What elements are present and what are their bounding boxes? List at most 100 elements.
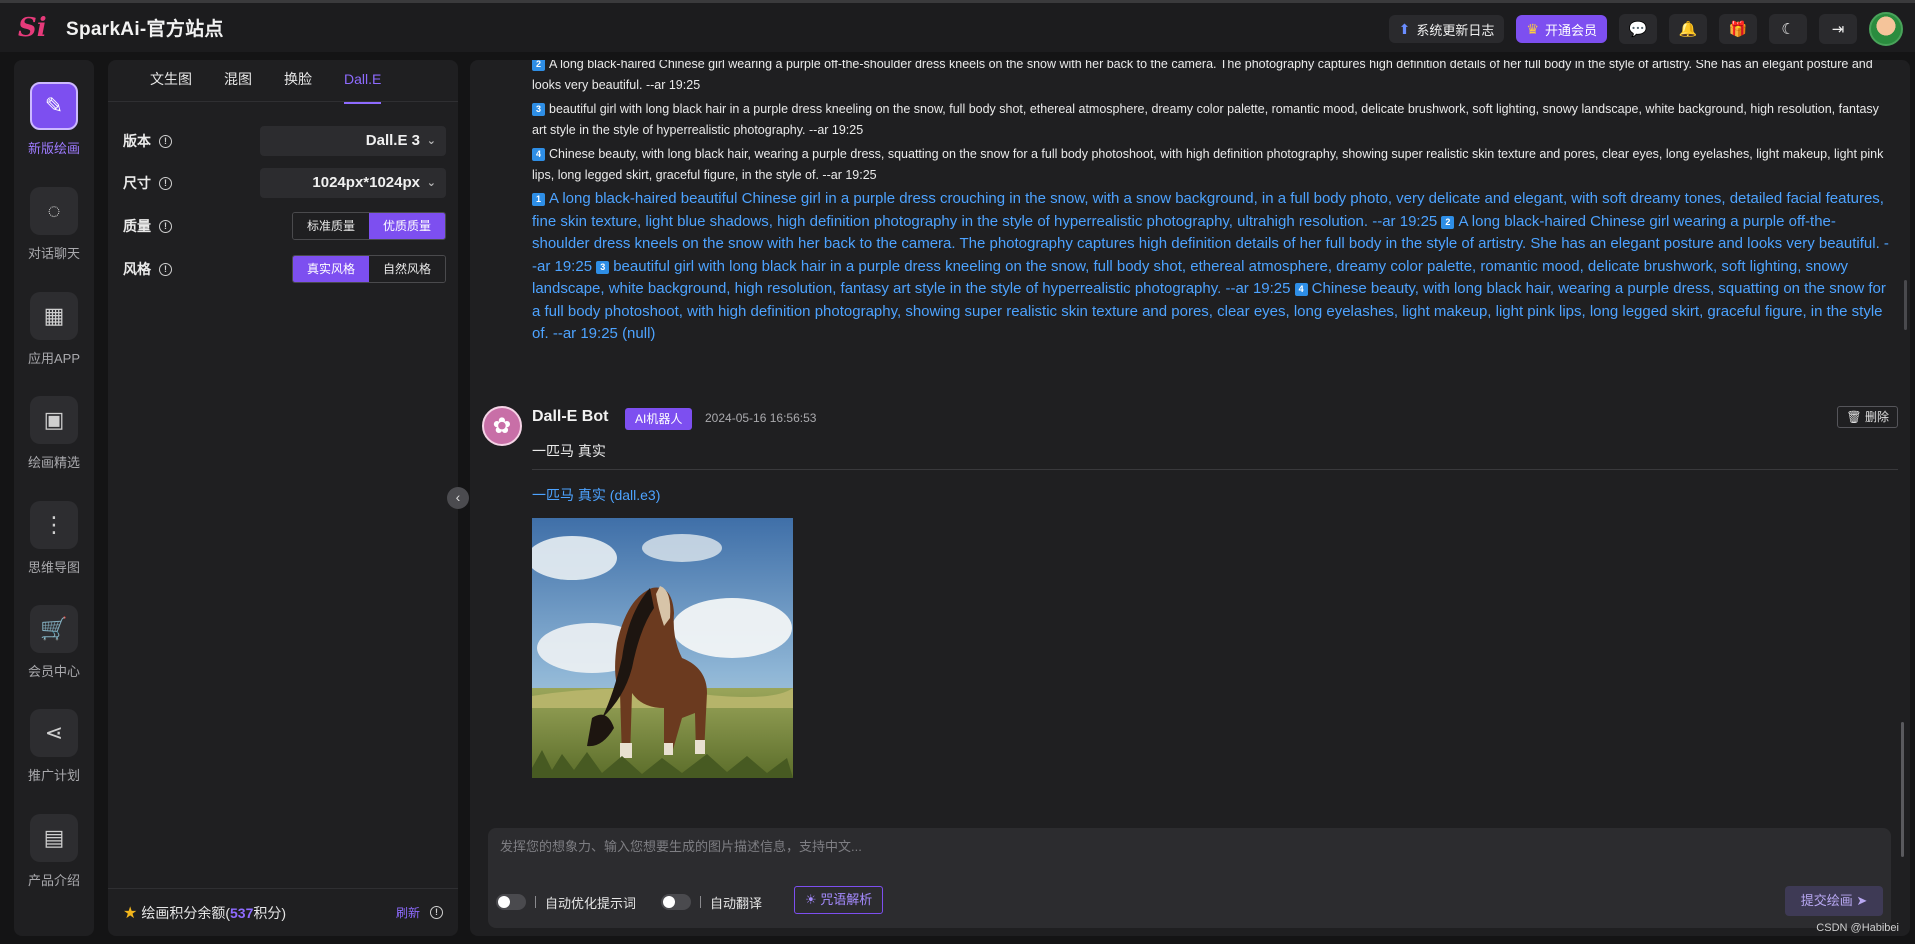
quality-premium-option[interactable]: 优质质量: [369, 213, 445, 239]
scrollbar-marker: [1904, 280, 1907, 330]
version-label: 版本: [123, 133, 151, 149]
gallery-icon: ▣: [30, 396, 78, 444]
gift-button[interactable]: 🎁: [1719, 14, 1757, 44]
info-icon[interactable]: !: [159, 219, 172, 233]
watermark: CSDN @Habibei: [1816, 922, 1899, 934]
left-rail: ✎ 新版绘画 ◌ 对话聊天 ▦ 应用APP ▣ 绘画精选 ⋮ 思维导图 🛒 会员…: [14, 60, 94, 936]
wechat-button[interactable]: 💬: [1619, 14, 1657, 44]
list-item: 2A long black-haired Chinese girl wearin…: [532, 60, 1873, 92]
info-icon[interactable]: !: [430, 906, 443, 919]
logo-icon: Si: [18, 12, 47, 43]
quality-standard-option[interactable]: 标准质量: [293, 213, 369, 239]
openai-icon: ✿: [492, 413, 512, 438]
send-icon: ➤: [1856, 893, 1868, 908]
rail-item-membership[interactable]: 🛒 会员中心: [14, 605, 94, 680]
info-icon[interactable]: !: [159, 134, 172, 148]
crown-icon: ♛: [1526, 20, 1539, 37]
rail-item-gallery[interactable]: ▣ 绘画精选: [14, 396, 94, 471]
style-realistic-option[interactable]: 真实风格: [293, 256, 369, 282]
credits-value: 537: [230, 904, 254, 921]
vip-button[interactable]: ♛ 开通会员: [1516, 15, 1607, 43]
logo[interactable]: Si SparkAi-官方站点: [18, 13, 224, 43]
mode-tabs: 文生图 混图 换脸 Dall.E: [108, 60, 458, 104]
changelog-button[interactable]: ⬆ 系统更新日志: [1388, 15, 1505, 43]
version-row: 版本 ! Dall.E 3 ⌄: [123, 126, 446, 156]
number-badge: 1: [532, 193, 545, 206]
notification-button[interactable]: 🔔: [1669, 14, 1707, 44]
mindmap-icon: ⋮: [30, 501, 78, 549]
refresh-link[interactable]: 刷新: [396, 904, 420, 921]
submit-label: 提交绘画: [1800, 893, 1853, 908]
rail-item-product[interactable]: ▤ 产品介绍: [14, 814, 94, 889]
scrollbar[interactable]: [1901, 722, 1904, 857]
moon-icon: ☾: [1781, 21, 1795, 38]
top-bar: Si SparkAi-官方站点 ⬆ 系统更新日志 ♛ 开通会员 💬 🔔 🎁 ☾ …: [0, 0, 1915, 52]
lightbulb-icon: ☀: [805, 892, 817, 907]
style-row: 风格 ! 真实风格 自然风格: [123, 254, 446, 284]
delete-button[interactable]: 🗑 删除: [1837, 406, 1898, 428]
number-badge: 2: [532, 60, 545, 71]
vip-label: 开通会员: [1544, 22, 1597, 38]
theme-toggle-button[interactable]: ☾: [1769, 14, 1807, 44]
tab-blend[interactable]: 混图: [224, 60, 252, 101]
user-avatar[interactable]: [1869, 12, 1903, 46]
message-prompt-link[interactable]: 一匹马 真实 (dall.e3): [532, 485, 660, 505]
number-badge: 4: [532, 148, 545, 161]
auto-optimize-toggle[interactable]: [496, 894, 526, 910]
prompt-input[interactable]: 发挥您的想象力、输入您想要生成的图片描述信息，支持中文...: [500, 836, 862, 855]
bell-icon: 🔔: [1678, 21, 1698, 38]
generated-image[interactable]: [532, 518, 793, 778]
gift-icon: 🎁: [1728, 21, 1748, 38]
prompt-link-block[interactable]: 1A long black-haired beautiful Chinese g…: [532, 188, 1892, 346]
version-select[interactable]: Dall.E 3 ⌄: [260, 126, 446, 156]
size-value: 1024px*1024px: [312, 174, 420, 191]
tab-dalle[interactable]: Dall.E: [344, 60, 382, 104]
spell-parse-button[interactable]: ☀ 咒语解析: [794, 886, 884, 914]
collapse-panel-button[interactable]: ‹: [447, 487, 469, 509]
number-badge: 4: [1294, 283, 1308, 296]
wechat-icon: 💬: [1628, 21, 1648, 38]
rail-item-apps[interactable]: ▦ 应用APP: [14, 292, 94, 367]
quality-segmented: 标准质量 优质质量: [292, 212, 446, 240]
separator: [700, 896, 701, 908]
divider: [532, 469, 1898, 470]
settings-panel: 文生图 混图 换脸 Dall.E 版本 ! Dall.E 3 ⌄ 尺寸 ! 10…: [108, 60, 458, 936]
rail-item-promotion[interactable]: ⋖ 推广计划: [14, 709, 94, 784]
rail-item-label: 对话聊天: [27, 246, 80, 261]
submit-drawing-button[interactable]: 提交绘画 ➤: [1785, 886, 1883, 916]
rail-item-label: 会员中心: [27, 664, 80, 679]
size-label: 尺寸: [123, 175, 151, 191]
chevron-left-icon: ‹: [455, 489, 461, 505]
list-item: 4 Chinese beauty, with long black hair, w…: [532, 147, 1884, 182]
rail-item-mindmap[interactable]: ⋮ 思维导图: [14, 501, 94, 576]
rail-item-label: 新版绘画: [27, 141, 80, 156]
info-icon[interactable]: !: [159, 262, 172, 276]
login-button[interactable]: ⇥: [1819, 14, 1857, 44]
rail-item-chat[interactable]: ◌ 对话聊天: [14, 187, 94, 262]
product-icon: ▤: [30, 814, 78, 862]
message-timestamp: 2024-05-16 16:56:53: [705, 411, 817, 425]
auto-translate-toggle[interactable]: [661, 894, 691, 910]
previous-prompt-list: 2A long black-haired Chinese girl wearin…: [532, 60, 1890, 189]
star-icon: ★: [123, 904, 138, 922]
tab-face-swap[interactable]: 换脸: [284, 60, 312, 101]
rail-item-new-drawing[interactable]: ✎ 新版绘画: [14, 82, 94, 157]
size-select[interactable]: 1024px*1024px ⌄: [260, 168, 446, 198]
style-natural-option[interactable]: 自然风格: [369, 256, 445, 282]
number-badge: 3: [532, 103, 545, 116]
number-badge: 3: [596, 260, 610, 274]
ai-bot-badge: AI机器人: [625, 408, 693, 430]
delete-label: 删除: [1864, 410, 1889, 424]
style-segmented: 真实风格 自然风格: [292, 255, 446, 283]
tab-text-to-image[interactable]: 文生图: [150, 60, 192, 101]
quality-row: 质量 ! 标准质量 优质质量: [123, 211, 446, 241]
composer: 发挥您的想象力、输入您想要生成的图片描述信息，支持中文... 自动优化提示词 自…: [488, 828, 1891, 928]
cart-icon: 🛒: [30, 605, 78, 653]
rail-item-label: 思维导图: [27, 560, 80, 575]
bot-avatar: ✿: [482, 406, 522, 446]
info-icon[interactable]: !: [159, 176, 172, 190]
auto-translate-label: 自动翻译: [710, 896, 763, 911]
number-badge: 2: [1441, 215, 1455, 229]
chat-icon: ◌: [30, 187, 78, 235]
chevron-down-icon: ⌄: [426, 135, 436, 147]
